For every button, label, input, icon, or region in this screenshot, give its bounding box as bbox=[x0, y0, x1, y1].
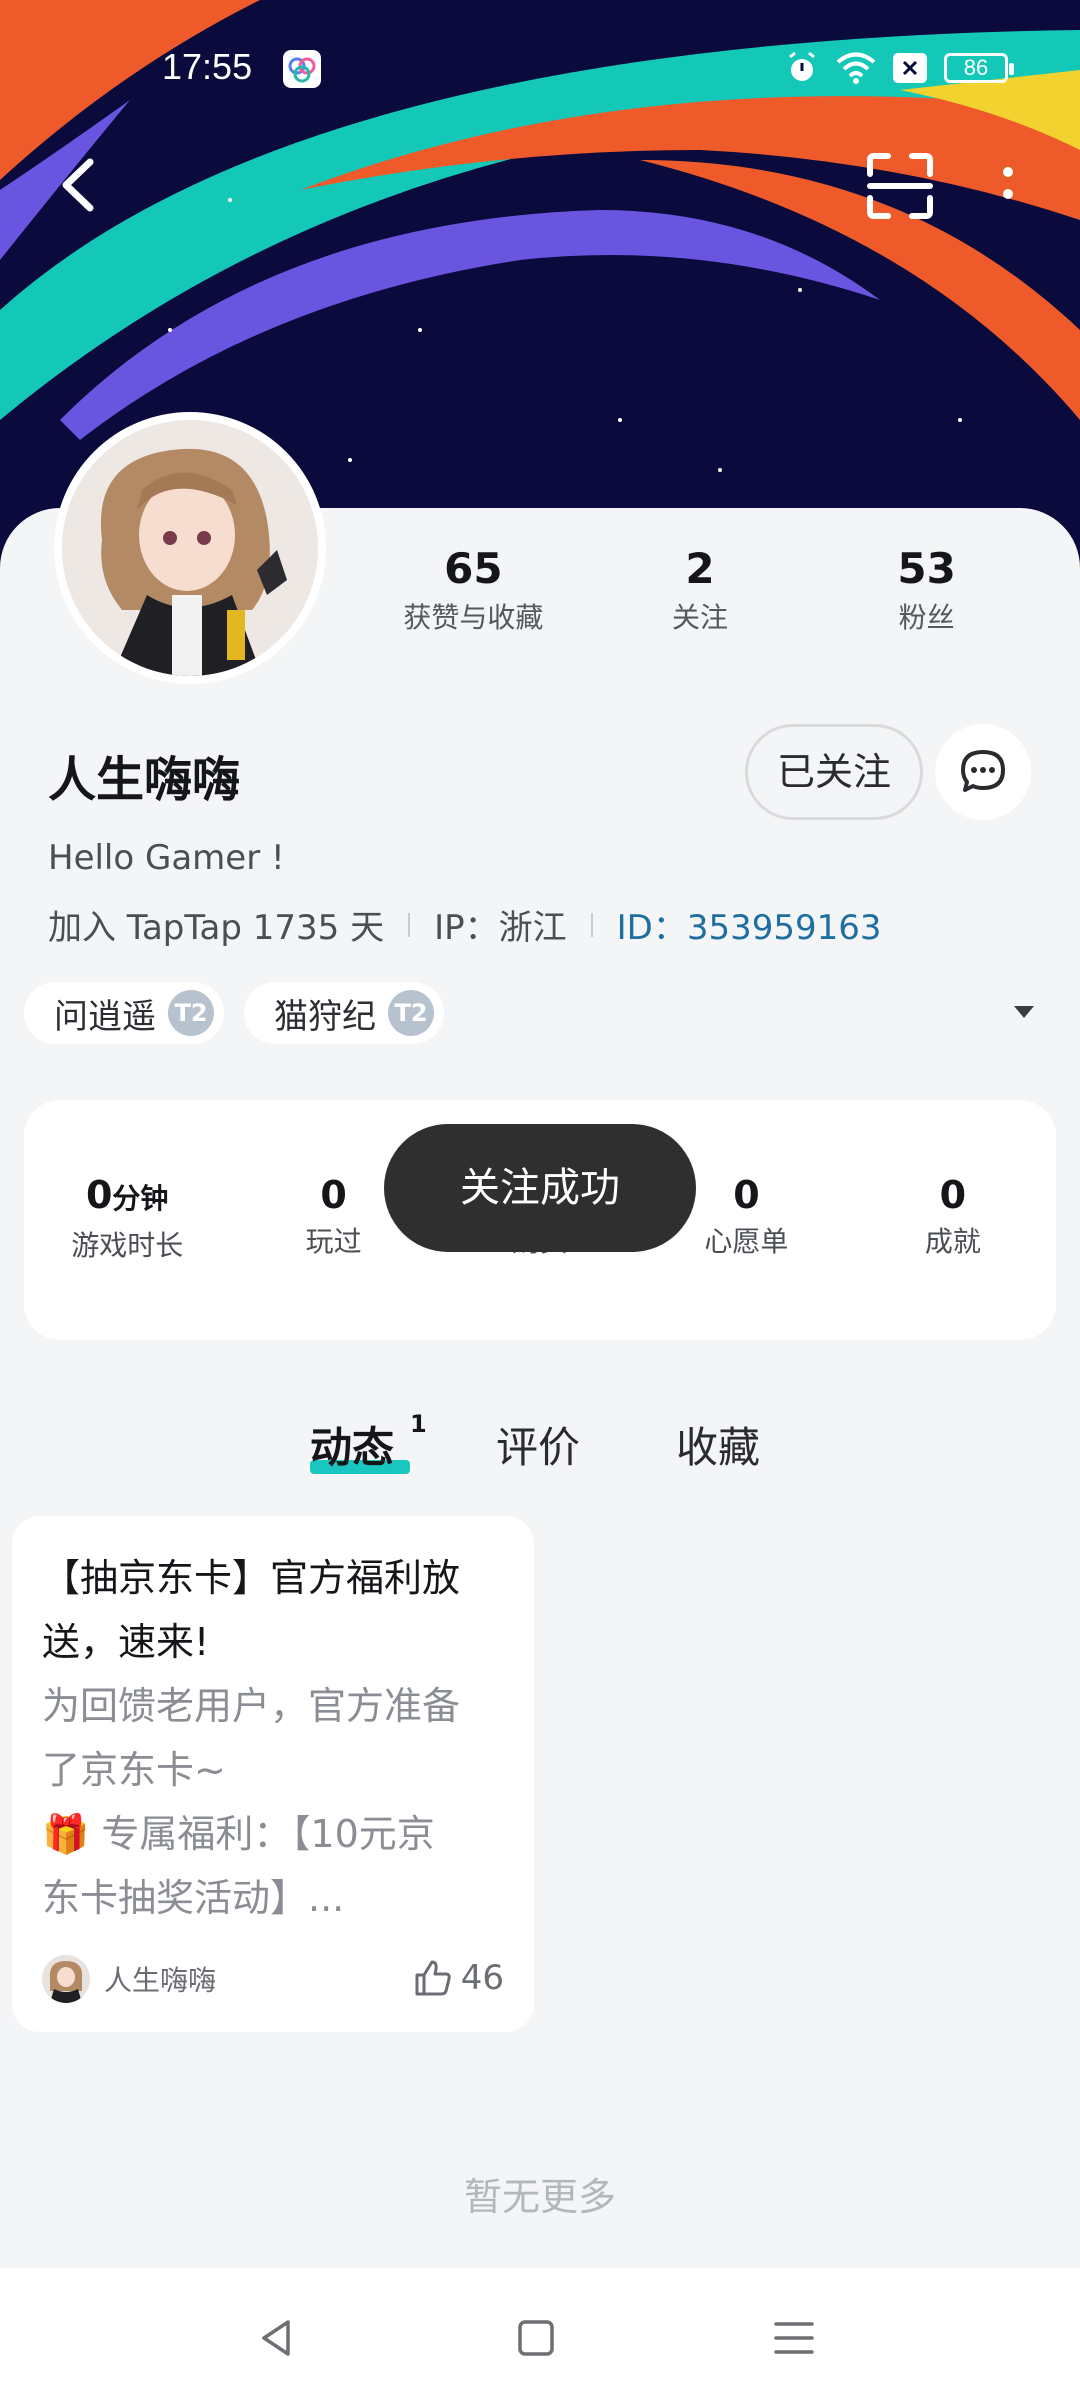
toast-message: 关注成功 bbox=[384, 1124, 696, 1252]
triangle-back-icon bbox=[262, 2320, 290, 2356]
game-tags: 问逍遥 T2 猫狩纪 T2 bbox=[24, 982, 444, 1044]
post-body-line: 东卡抽奖活动】... bbox=[42, 1876, 345, 1920]
avatar-image bbox=[62, 420, 318, 676]
stat-achievements[interactable]: 0 成就 bbox=[850, 1100, 1056, 1340]
scan-button[interactable] bbox=[864, 150, 936, 222]
stat-label: 成就 bbox=[924, 1225, 981, 1258]
join-days: 加入 TapTap 1735 天 bbox=[48, 908, 385, 948]
wifi-icon bbox=[836, 48, 876, 88]
level-badge-icon: T2 bbox=[388, 990, 434, 1036]
thumbs-up-icon bbox=[415, 1960, 451, 1996]
back-button[interactable] bbox=[48, 150, 108, 220]
stat-likes[interactable]: 65 获赞与收藏 bbox=[363, 540, 583, 638]
bio-text: Hello Gamer ! bbox=[48, 838, 285, 878]
like-count: 46 bbox=[460, 1958, 504, 1998]
nav-back-button[interactable] bbox=[248, 2308, 308, 2368]
status-time: 17:55 bbox=[162, 46, 253, 87]
stat-value: 0 bbox=[85, 1173, 113, 1217]
profile-screen: 17:55 86 65 获赞与收藏 2 关注 53 粉丝 人生嗨嗨 已关注 He… bbox=[0, 0, 1080, 2400]
alarm-icon bbox=[782, 48, 822, 88]
chevron-left-icon bbox=[62, 158, 94, 212]
level-badge-icon: T2 bbox=[168, 990, 214, 1036]
status-icons: 86 bbox=[782, 48, 1014, 88]
post-title-line: 【抽京东卡】官方福利放 bbox=[42, 1556, 461, 1600]
nav-recents-button[interactable] bbox=[764, 2308, 824, 2368]
status-bar: 17:55 86 bbox=[0, 40, 1080, 100]
tag-label: 问逍遥 bbox=[54, 996, 156, 1037]
content-tabs: 动态 1 评价 收藏 bbox=[0, 1404, 1080, 1484]
stat-playtime[interactable]: 0分钟 游戏时长 bbox=[24, 1100, 230, 1340]
menu-lines-icon bbox=[774, 2322, 814, 2354]
post-body-line: 🎁 专属福利：【10元京 bbox=[42, 1812, 435, 1856]
stat-value: 0 bbox=[939, 1173, 967, 1217]
scan-icon bbox=[867, 153, 933, 219]
battery-indicator: 86 bbox=[944, 53, 1014, 83]
post-body-line: 为回馈老用户，官方准备 bbox=[42, 1684, 461, 1728]
post-card[interactable]: 【抽京东卡】官方福利放 送，速来! 为回馈老用户，官方准备 了京东卡~ 🎁 专属… bbox=[12, 1516, 534, 2032]
tags-expand-button[interactable] bbox=[1012, 1004, 1036, 1020]
stat-label: 游戏时长 bbox=[71, 1229, 184, 1262]
nav-home-button[interactable] bbox=[506, 2308, 566, 2368]
chat-bubble-icon bbox=[961, 750, 1005, 792]
profile-meta: 加入 TapTap 1735 天 IP：浙江 ID：353959163 bbox=[48, 900, 882, 949]
system-nav-bar bbox=[0, 2268, 1080, 2400]
square-home-icon bbox=[518, 2320, 554, 2356]
signal-off-icon bbox=[890, 48, 930, 88]
following-button[interactable]: 已关注 bbox=[745, 724, 923, 820]
ip-location: IP：浙江 bbox=[434, 908, 567, 948]
post-footer: 人生嗨嗨 46 bbox=[42, 1952, 504, 2006]
post-author-name[interactable]: 人生嗨嗨 bbox=[104, 1959, 216, 1999]
stat-following[interactable]: 2 关注 bbox=[590, 540, 810, 638]
tab-reviews[interactable]: 评价 bbox=[496, 1414, 580, 1475]
stat-value: 65 bbox=[444, 544, 503, 593]
app-notification-icon bbox=[283, 50, 321, 88]
meta-divider bbox=[408, 912, 411, 937]
username: 人生嗨嗨 bbox=[48, 752, 241, 808]
stat-unit: 分钟 bbox=[112, 1182, 169, 1215]
no-more-text: 暂无更多 bbox=[463, 2175, 616, 2219]
profile-stats: 65 获赞与收藏 2 关注 53 粉丝 bbox=[360, 540, 1040, 638]
meta-divider bbox=[590, 912, 593, 937]
stat-label: 获赞与收藏 bbox=[403, 601, 544, 634]
tab-favorites[interactable]: 收藏 bbox=[676, 1414, 760, 1475]
stat-value: 2 bbox=[685, 544, 715, 593]
avatar[interactable] bbox=[54, 412, 326, 684]
user-id[interactable]: ID：353959163 bbox=[617, 900, 882, 949]
tag-game[interactable]: 猫狩纪 T2 bbox=[244, 982, 444, 1044]
tab-posts-count: 1 bbox=[410, 1410, 427, 1438]
like-button[interactable]: 46 bbox=[413, 1958, 504, 1998]
stat-value: 53 bbox=[897, 544, 956, 593]
stat-label: 粉丝 bbox=[898, 601, 955, 634]
post-author-avatar[interactable] bbox=[42, 1955, 90, 2003]
message-button[interactable] bbox=[935, 724, 1031, 820]
caret-down-icon bbox=[1014, 1006, 1034, 1018]
stat-label: 关注 bbox=[671, 601, 728, 634]
tag-game[interactable]: 问逍遥 T2 bbox=[24, 982, 224, 1044]
stat-followers[interactable]: 53 粉丝 bbox=[817, 540, 1037, 638]
tab-posts[interactable]: 动态 bbox=[310, 1414, 394, 1475]
tag-label: 猫狩纪 bbox=[274, 996, 376, 1037]
post-body-line: 了京东卡~ bbox=[42, 1748, 226, 1792]
more-button[interactable] bbox=[990, 158, 1026, 214]
post-title-line: 送，速来! bbox=[42, 1620, 210, 1664]
more-vertical-icon bbox=[1003, 167, 1013, 199]
